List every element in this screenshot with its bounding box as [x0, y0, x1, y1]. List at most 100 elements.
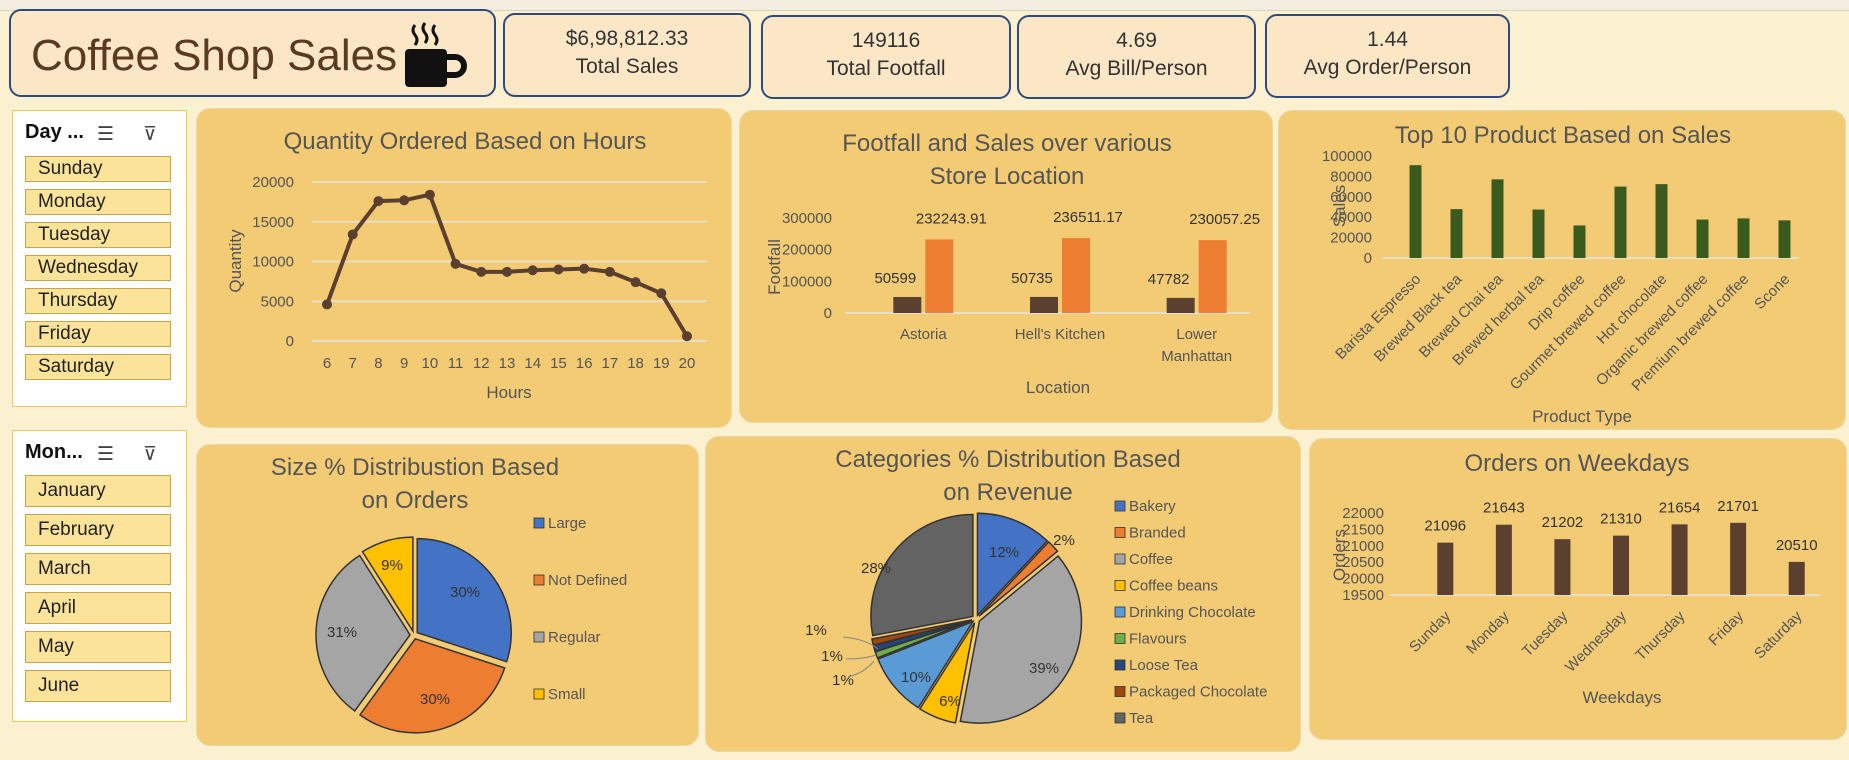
legend-swatch: [533, 688, 545, 700]
x-tick-label: Friday: [1705, 607, 1747, 649]
slicer-item-wednesday[interactable]: Wednesday: [25, 255, 171, 281]
chart-title: Orders on Weekdays: [1465, 450, 1690, 477]
bar: [1062, 238, 1090, 313]
data-point: [527, 265, 538, 276]
hours-chart-panel: Quantity Ordered Based on Hours 0 5000 1000…: [196, 108, 732, 428]
legend-swatch: [533, 574, 545, 586]
legend-swatch: [1114, 712, 1126, 724]
data-label: 9%: [381, 557, 403, 574]
chart-title: Categories % Distribution Based: [835, 446, 1181, 473]
x-tick-label: Manhattan: [1161, 348, 1232, 365]
kpi-value: 149116: [851, 29, 921, 52]
bar: [1491, 179, 1504, 258]
multi-select-icon[interactable]: ☰: [97, 443, 114, 466]
y-axis-label: Sales: [1330, 185, 1349, 228]
data-label: 39%: [1029, 660, 1059, 677]
x-tick-label: 12: [473, 355, 490, 372]
data-label: 1%: [832, 672, 854, 689]
data-label: 21310: [1600, 511, 1642, 528]
bar: [1532, 209, 1545, 258]
data-label: 21202: [1542, 514, 1584, 531]
kpi-label: Total Sales: [575, 55, 679, 78]
clear-filter-icon[interactable]: ⊽: [143, 443, 157, 466]
slicer-item-saturday[interactable]: Saturday: [25, 354, 171, 380]
y-axis-label: Footfall: [765, 239, 784, 295]
legend-label: Bakery: [1129, 498, 1176, 515]
kpi-avg-bill: 4.69 Avg Bill/Person: [1017, 15, 1256, 99]
slicer-item-sunday[interactable]: Sunday: [25, 156, 171, 182]
kpi-value: $6,98,812.33: [565, 27, 689, 50]
day-slicer: Day ... ☰ ⊽ Sunday Monday Tuesday Wednes…: [12, 110, 187, 407]
legend-label: Coffee beans: [1129, 578, 1218, 595]
data-point: [682, 331, 692, 342]
bar: [1671, 524, 1688, 595]
y-tick-label: 100000: [1322, 148, 1372, 165]
bar: [893, 296, 922, 313]
x-tick-label: Tuesday: [1519, 607, 1572, 660]
data-point: [553, 264, 564, 275]
multi-select-icon[interactable]: ☰: [97, 123, 114, 146]
x-tick-label: Thursday: [1632, 607, 1689, 664]
y-tick-label: 20000: [252, 174, 294, 191]
weekdays-bar-chart: Orders on Weekdays1950020000205002100021…: [1330, 450, 1820, 707]
x-tick-label: 14: [524, 355, 541, 372]
bar: [1730, 522, 1747, 595]
bar: [1613, 535, 1629, 595]
bar: [1198, 240, 1227, 313]
kpi-label: Avg Order/Person: [1303, 56, 1472, 79]
bar: [1614, 186, 1627, 258]
y-tick-label: 0: [1364, 250, 1372, 267]
size-pie-chart: Size % Distribustion Based on Orders 30% 30…: [271, 454, 627, 734]
bar: [1696, 219, 1709, 258]
slicer-item-monday[interactable]: Monday: [25, 189, 171, 215]
slicer-item-january[interactable]: January: [25, 475, 171, 507]
x-tick-label: 20: [679, 355, 696, 372]
legend-label: Tea: [1129, 710, 1154, 727]
slicer-item-march[interactable]: March: [25, 553, 171, 585]
slicer-item-february[interactable]: February: [25, 514, 171, 546]
kpi-label: Total Footfall: [826, 57, 946, 80]
data-label: 20510: [1776, 537, 1818, 554]
bar: [1409, 165, 1422, 258]
x-tick-label: Astoria: [900, 326, 947, 343]
chart-title: Quantity Ordered Based on Hours: [284, 128, 647, 155]
kpi-total-footfall: 149116 Total Footfall: [761, 15, 1011, 99]
y-tick-label: 0: [824, 305, 832, 322]
y-tick-label: 200000: [782, 242, 832, 259]
chart-title: on Revenue: [943, 479, 1072, 506]
x-tick-label: 7: [349, 355, 357, 372]
x-tick-label: 16: [576, 355, 593, 372]
x-axis-label: Weekdays: [1582, 688, 1661, 707]
hours-line-chart: Quantity Ordered Based on Hours 0 5000 1000…: [226, 128, 707, 402]
legend-label: Large: [548, 515, 586, 532]
clear-filter-icon[interactable]: ⊽: [143, 123, 157, 146]
data-label: 12%: [989, 544, 1019, 561]
dashboard-title-box: Coffee Shop Sales: [9, 9, 496, 97]
location-chart-panel: Footfall and Sales over various Store Loc…: [739, 110, 1273, 423]
x-axis-label: Hours: [486, 383, 531, 402]
slicer-item-may[interactable]: May: [25, 631, 171, 663]
month-slicer: Mon... ☰ ⊽ January February March April …: [12, 430, 187, 722]
slicer-item-april[interactable]: April: [25, 592, 171, 624]
data-label: 21643: [1483, 500, 1525, 517]
x-tick-label: 6: [323, 355, 331, 372]
data-label: 10%: [901, 669, 931, 686]
y-tick-label: 0: [286, 333, 294, 350]
slicer-item-june[interactable]: June: [25, 670, 171, 702]
y-tick-label: 15000: [252, 214, 294, 231]
month-slicer-header: Mon...: [25, 441, 83, 463]
slicer-item-friday[interactable]: Friday: [25, 321, 171, 347]
slicer-item-tuesday[interactable]: Tuesday: [25, 222, 171, 248]
coffee-cup-icon: [405, 22, 467, 87]
data-point: [579, 263, 590, 274]
legend-swatch: [1114, 553, 1126, 565]
slicer-item-thursday[interactable]: Thursday: [25, 288, 171, 314]
y-tick-label: 5000: [261, 293, 294, 310]
data-label: 30%: [450, 584, 480, 601]
weekdays-chart-panel: Orders on Weekdays 19500 20000 20500 21000 21…: [1309, 438, 1847, 740]
day-slicer-header: Day ...: [25, 121, 84, 143]
data-label: 230057.25: [1189, 211, 1260, 228]
legend-swatch: [533, 517, 545, 529]
y-axis-label: Quantity: [226, 229, 245, 293]
x-tick-label: 8: [374, 355, 382, 372]
